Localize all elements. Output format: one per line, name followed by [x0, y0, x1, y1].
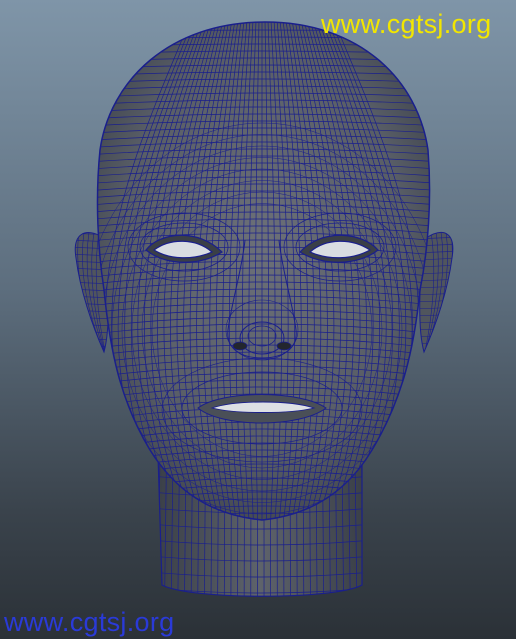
head-mesh	[96, 21, 431, 521]
watermark-bottom: www.cgtsj.org	[4, 607, 175, 637]
3d-viewport[interactable]: www.cgtsj.org www.cgtsj.org	[0, 0, 516, 639]
head-wireframe-model	[74, 21, 454, 597]
watermark-top: www.cgtsj.org	[321, 9, 492, 39]
